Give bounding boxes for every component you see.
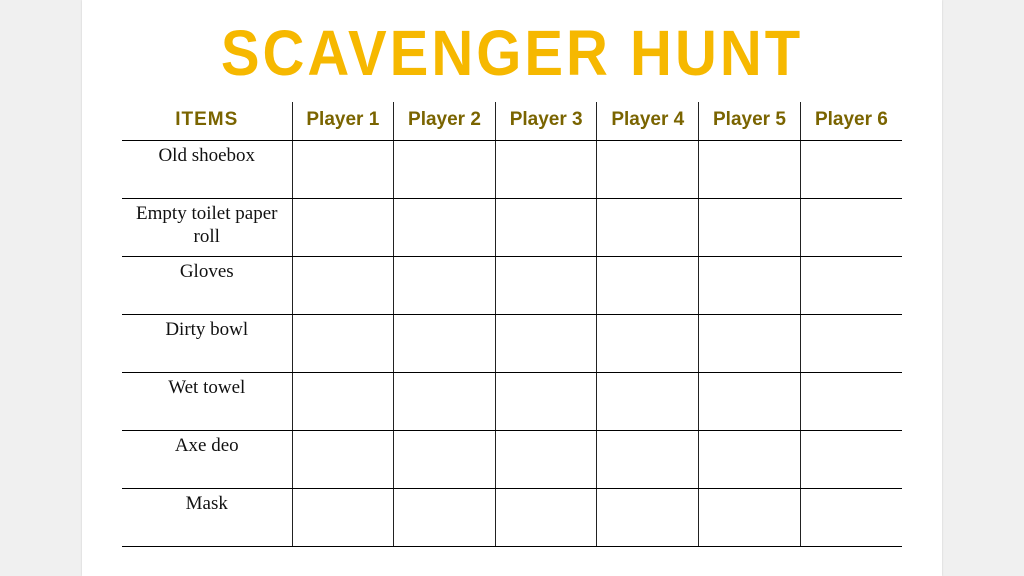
table-row: Dirty bowl (122, 314, 902, 372)
table-row: Gloves (122, 256, 902, 314)
score-cell[interactable] (699, 372, 801, 430)
score-cell[interactable] (292, 198, 394, 256)
score-cell[interactable] (597, 198, 699, 256)
table-body: Old shoebox Empty toilet paper roll (122, 140, 902, 546)
score-cell[interactable] (495, 488, 597, 546)
score-cell[interactable] (495, 372, 597, 430)
score-cell[interactable] (394, 198, 496, 256)
table-row: Wet towel (122, 372, 902, 430)
score-cell[interactable] (800, 488, 902, 546)
score-cell[interactable] (495, 256, 597, 314)
score-cell[interactable] (597, 314, 699, 372)
score-cell[interactable] (495, 314, 597, 372)
header-player-1: Player 1 (292, 102, 394, 140)
score-cell[interactable] (699, 256, 801, 314)
scavenger-sheet: ITEMS Player 1 Player 2 Player 3 Player … (122, 102, 902, 547)
score-cell[interactable] (800, 430, 902, 488)
score-cell[interactable] (292, 430, 394, 488)
table-row: Axe deo (122, 430, 902, 488)
score-cell[interactable] (292, 256, 394, 314)
score-cell[interactable] (699, 488, 801, 546)
score-cell[interactable] (597, 430, 699, 488)
score-cell[interactable] (394, 140, 496, 198)
score-cell[interactable] (800, 372, 902, 430)
header-player-2: Player 2 (394, 102, 496, 140)
item-cell: Dirty bowl (122, 314, 292, 372)
page-title: SCAVENGER HUNT (112, 17, 912, 91)
header-items: ITEMS (122, 102, 292, 140)
score-cell[interactable] (394, 430, 496, 488)
score-cell[interactable] (495, 198, 597, 256)
score-cell[interactable] (394, 372, 496, 430)
header-player-5: Player 5 (699, 102, 801, 140)
score-cell[interactable] (597, 140, 699, 198)
score-cell[interactable] (699, 314, 801, 372)
document-page: SCAVENGER HUNT ITEMS Player 1 Player 2 P… (82, 0, 942, 576)
header-player-4: Player 4 (597, 102, 699, 140)
score-cell[interactable] (597, 488, 699, 546)
score-cell[interactable] (394, 314, 496, 372)
item-cell: Old shoebox (122, 140, 292, 198)
header-player-3: Player 3 (495, 102, 597, 140)
score-cell[interactable] (495, 140, 597, 198)
score-cell[interactable] (800, 314, 902, 372)
score-table: ITEMS Player 1 Player 2 Player 3 Player … (122, 102, 902, 547)
score-cell[interactable] (699, 140, 801, 198)
score-cell[interactable] (394, 256, 496, 314)
item-cell: Axe deo (122, 430, 292, 488)
score-cell[interactable] (597, 372, 699, 430)
item-cell: Mask (122, 488, 292, 546)
item-cell: Wet towel (122, 372, 292, 430)
item-cell: Empty toilet paper roll (122, 198, 292, 256)
score-cell[interactable] (292, 372, 394, 430)
item-cell: Gloves (122, 256, 292, 314)
table-row: Empty toilet paper roll (122, 198, 902, 256)
score-cell[interactable] (699, 198, 801, 256)
score-cell[interactable] (292, 140, 394, 198)
table-row: Old shoebox (122, 140, 902, 198)
score-cell[interactable] (394, 488, 496, 546)
score-cell[interactable] (292, 488, 394, 546)
score-cell[interactable] (597, 256, 699, 314)
score-cell[interactable] (699, 430, 801, 488)
score-cell[interactable] (800, 256, 902, 314)
table-row: Mask (122, 488, 902, 546)
score-cell[interactable] (800, 198, 902, 256)
score-cell[interactable] (495, 430, 597, 488)
header-row: ITEMS Player 1 Player 2 Player 3 Player … (122, 102, 902, 140)
score-cell[interactable] (800, 140, 902, 198)
header-player-6: Player 6 (800, 102, 902, 140)
score-cell[interactable] (292, 314, 394, 372)
